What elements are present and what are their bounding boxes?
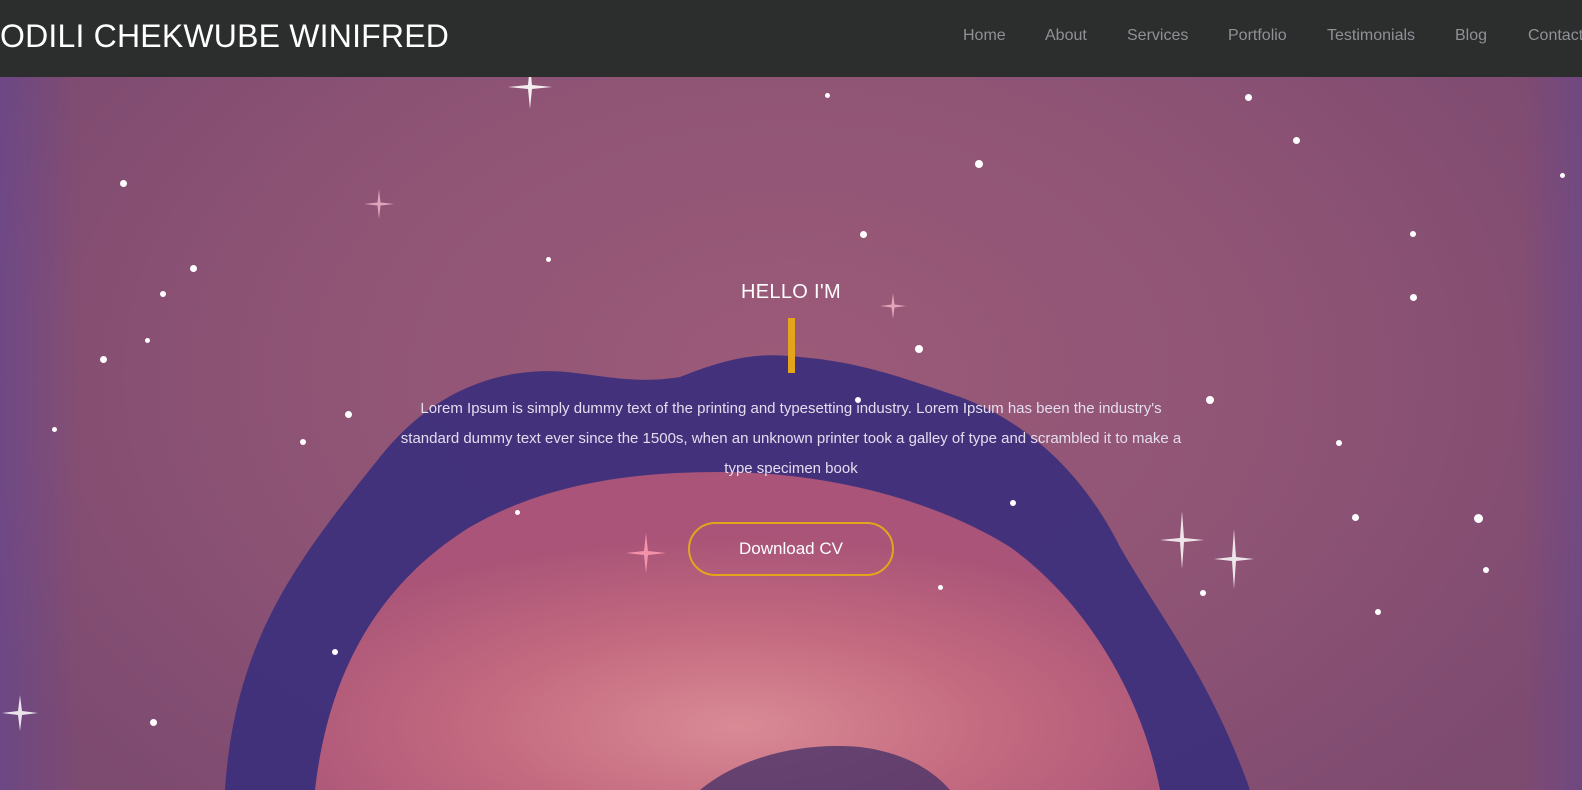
download-cv-button[interactable]: Download CV (688, 522, 894, 576)
nav-link-portfolio[interactable]: Portfolio (1228, 27, 1287, 45)
nav-link-home[interactable]: Home (963, 27, 1006, 45)
hero-greeting: HELLO I'M (741, 281, 841, 303)
top-navbar: ODILI CHEKWUBE WINIFRED Home About Servi… (0, 0, 1582, 77)
nav-link-services[interactable]: Services (1127, 27, 1188, 45)
main-nav: Home About Services Portfolio Testimonia… (0, 27, 1582, 47)
nav-link-blog[interactable]: Blog (1455, 27, 1487, 45)
hero-intro-text: Lorem Ipsum is simply dummy text of the … (400, 400, 1182, 477)
nav-link-about[interactable]: About (1045, 27, 1087, 45)
hero-section: HELLO I'M Lorem Ipsum is simply dummy te… (0, 77, 1582, 790)
hero-content: HELLO I'M Lorem Ipsum is simply dummy te… (0, 77, 1582, 790)
nav-link-contact[interactable]: Contact (1528, 27, 1582, 45)
typing-cursor-bar (788, 318, 795, 373)
nav-link-testimonials[interactable]: Testimonials (1327, 27, 1415, 45)
